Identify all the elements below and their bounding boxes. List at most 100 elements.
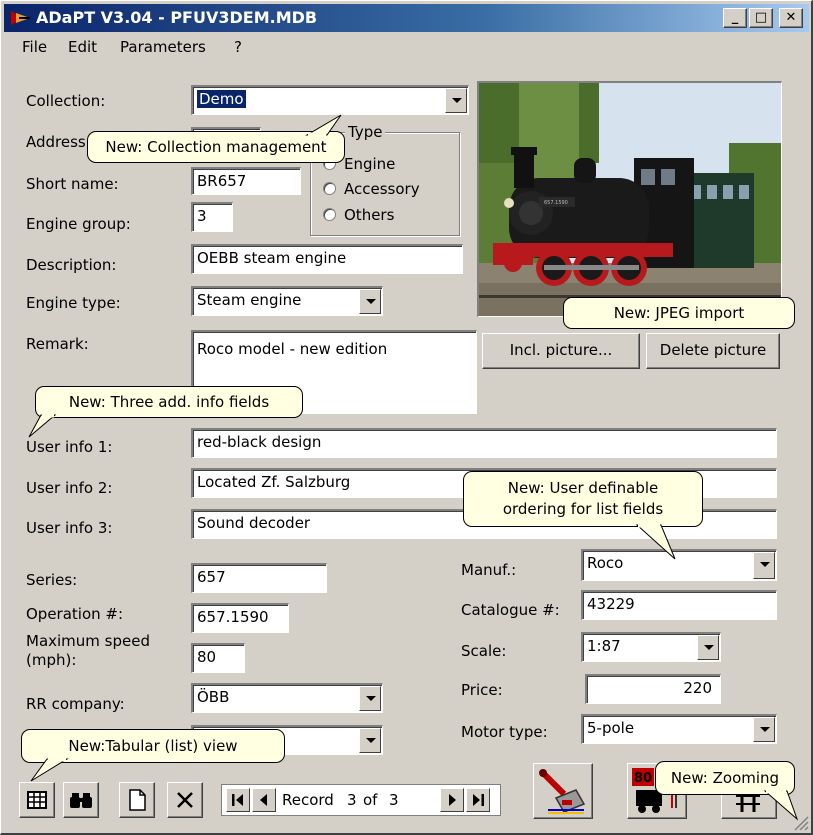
last-record-button[interactable] [466, 788, 490, 812]
max-speed-label-2: (mph): [26, 651, 77, 669]
user-info-3-label: User info 3: [26, 519, 113, 537]
include-picture-button[interactable]: Incl. picture... [482, 333, 640, 369]
engine-group-label: Engine group: [26, 215, 131, 233]
chevron-down-icon[interactable] [753, 552, 775, 579]
engine-group-field[interactable]: 3 [191, 202, 233, 232]
menu-file[interactable]: File [22, 38, 47, 56]
record-label: Record [282, 791, 334, 809]
collection-label: Collection: [26, 92, 106, 110]
callout-zooming: New: Zooming [655, 761, 795, 795]
price-field[interactable]: 220 [585, 674, 721, 704]
series-field[interactable]: 657 [191, 563, 327, 593]
short-name-field[interactable]: BR657 [191, 167, 301, 195]
callout-pointer [635, 524, 676, 560]
next-record-icon [449, 794, 456, 806]
remark-label: Remark: [26, 335, 89, 353]
rr-company-label: RR company: [26, 695, 125, 713]
rr-company-value: ÖBB [197, 688, 230, 706]
record-current: 3 [347, 791, 357, 809]
collection-select[interactable]: Demo [191, 85, 469, 115]
callout-info-fields: New: Three add. info fields [35, 386, 303, 418]
collection-value: Demo [197, 90, 246, 108]
railway-tool-button[interactable] [533, 763, 593, 819]
motor-type-label: Motor type: [461, 723, 548, 741]
minimize-button[interactable]: _ [723, 8, 747, 28]
record-navigator: Record 3 of 3 [221, 784, 501, 816]
description-label: Description: [26, 256, 117, 274]
maximize-button[interactable]: □ [749, 8, 773, 28]
main-window: ADaPT V3.04 - PFUV3DEM.MDB _ □ ✕ File Ed… [0, 0, 813, 835]
railway-tool-icon [539, 769, 586, 814]
radio-others[interactable]: Others [323, 206, 394, 224]
chevron-down-icon[interactable] [359, 686, 381, 711]
record-total: 3 [389, 791, 399, 809]
next-record-button[interactable] [440, 788, 464, 812]
table-view-button[interactable] [19, 782, 55, 818]
menu-bar: File Edit Parameters ? [4, 34, 809, 58]
menu-edit[interactable]: Edit [68, 38, 97, 56]
short-name-label: Short name: [26, 175, 119, 193]
chevron-down-icon[interactable] [753, 717, 775, 742]
menu-help[interactable]: ? [234, 38, 242, 56]
new-document-icon [129, 789, 146, 811]
callout-ordering: New: User definable ordering for list fi… [463, 471, 703, 527]
chevron-down-icon[interactable] [359, 289, 381, 314]
radio-accessory[interactable]: Accessory [323, 180, 420, 198]
speed-badge: 80 [634, 771, 652, 786]
engine-type-select[interactable]: Steam engine [191, 286, 383, 316]
callout-ordering-line1: New: User definable [507, 479, 659, 497]
callout-pointer [763, 790, 799, 821]
app-logo-icon [11, 11, 30, 25]
last-record-icon [473, 794, 484, 806]
rr-company-select[interactable]: ÖBB [191, 683, 383, 713]
record-of: of [363, 791, 378, 809]
motor-type-value: 5-pole [587, 719, 635, 737]
engine-type-label: Engine type: [26, 294, 121, 312]
catalogue-field[interactable]: 43229 [581, 590, 777, 620]
delete-record-button[interactable] [167, 782, 203, 818]
operation-field[interactable]: 657.1590 [191, 603, 289, 633]
title-bar[interactable]: ADaPT V3.04 - PFUV3DEM.MDB _ □ ✕ [4, 4, 809, 32]
steam-locomotive-image: 657.1590 [479, 83, 781, 316]
search-button[interactable] [63, 782, 99, 818]
user-info-1-label: User info 1: [26, 438, 113, 456]
callout-pointer [28, 414, 57, 438]
delete-picture-button[interactable]: Delete picture [646, 333, 780, 369]
chevron-down-icon[interactable] [445, 88, 467, 113]
radio-circle-icon[interactable] [323, 208, 336, 221]
series-label: Series: [26, 571, 78, 589]
engine-number-plate: 657.1590 [544, 200, 568, 206]
callout-pointer [30, 758, 69, 782]
address-label: Address: [26, 133, 91, 151]
prev-record-icon [260, 794, 267, 806]
max-speed-label-1: Maximum speed [26, 632, 150, 650]
manufacturer-value: Roco [587, 554, 624, 572]
manufacturer-label: Manuf.: [461, 561, 517, 579]
callout-jpeg: New: JPEG import [563, 297, 795, 329]
callout-tabular: New:Tabular (list) view [21, 729, 285, 763]
new-record-button[interactable] [119, 782, 155, 818]
scale-select[interactable]: 1:87 [581, 632, 721, 662]
engine-type-value: Steam engine [197, 291, 302, 309]
callout-ordering-line2: ordering for list fields [502, 500, 664, 518]
menu-parameters[interactable]: Parameters [120, 38, 206, 56]
motor-type-select[interactable]: 5-pole [581, 714, 777, 744]
close-button[interactable]: ✕ [779, 8, 803, 28]
catalogue-label: Catalogue #: [461, 601, 560, 619]
user-info-1-field[interactable]: red-black design [191, 428, 777, 458]
first-record-icon [232, 794, 243, 806]
engine-photo: 657.1590 [477, 81, 782, 317]
callout-pointer [305, 114, 342, 136]
chevron-down-icon[interactable] [359, 728, 381, 753]
chevron-down-icon[interactable] [697, 635, 719, 660]
price-label: Price: [461, 681, 503, 699]
max-speed-field[interactable]: 80 [191, 643, 245, 673]
type-group-title: Type [345, 123, 386, 141]
first-record-button[interactable] [226, 788, 250, 812]
radio-circle-icon[interactable] [323, 182, 336, 195]
description-field[interactable]: OEBB steam engine [191, 244, 463, 274]
prev-record-button[interactable] [252, 788, 276, 812]
scale-value: 1:87 [587, 637, 621, 655]
delete-x-icon [177, 792, 193, 808]
scale-label: Scale: [461, 642, 507, 660]
